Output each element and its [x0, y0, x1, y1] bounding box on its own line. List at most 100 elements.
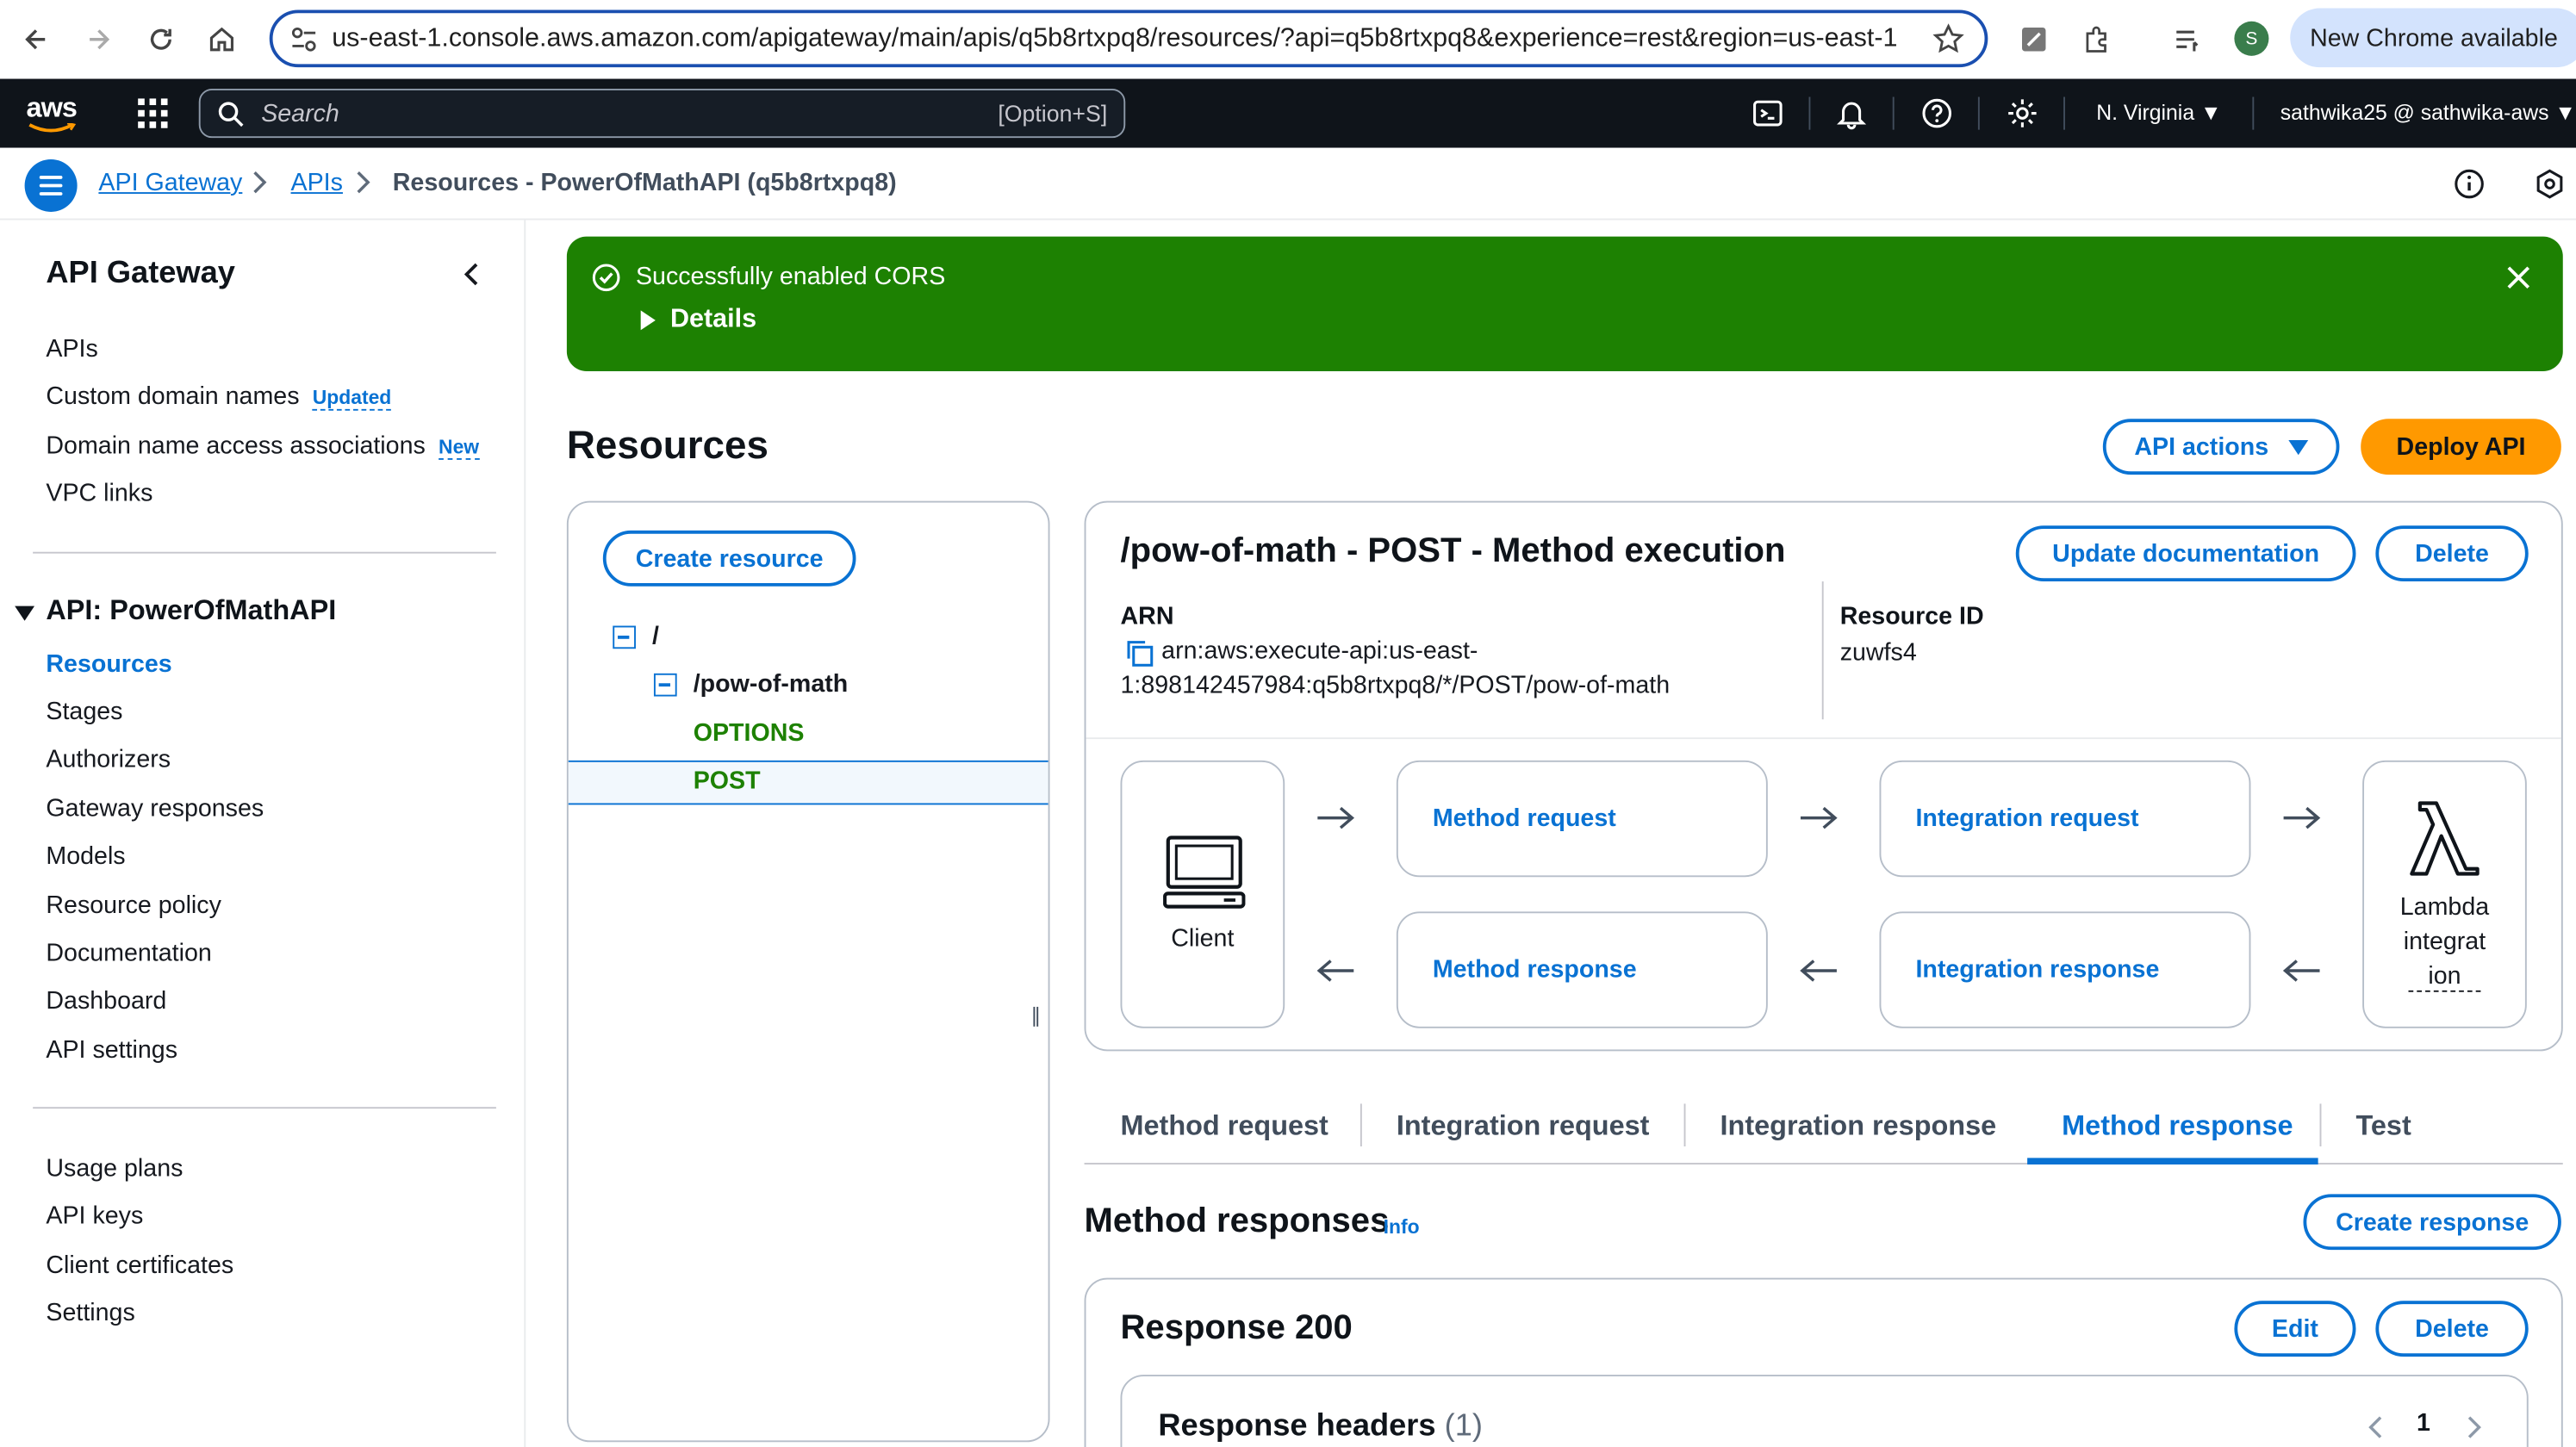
arrow-left-icon	[1800, 959, 1837, 982]
address-bar[interactable]: us-east-1.console.aws.amazon.com/apigate…	[269, 9, 1988, 68]
tab-method-response[interactable]: Method response	[2062, 1110, 2293, 1143]
integration-response-card[interactable]: Integration response	[1879, 911, 2251, 1028]
sidebar-item-custom-domain-names[interactable]: Custom domain names Updated	[46, 382, 392, 411]
info-icon[interactable]	[2453, 168, 2486, 201]
collapse-node-icon[interactable]	[653, 673, 677, 697]
chevron-left-icon[interactable]	[2368, 1414, 2384, 1441]
method-responses-heading: Method responses	[1084, 1202, 1390, 1240]
arrow-right-icon	[1800, 806, 1838, 829]
tab-method-request[interactable]: Method request	[1121, 1110, 1328, 1143]
tree-method-options[interactable]: OPTIONS	[694, 719, 805, 747]
delete-method-button[interactable]: Delete	[2375, 525, 2529, 582]
help-icon[interactable]	[1920, 97, 1953, 130]
sidebar-item-resources[interactable]: Resources	[46, 650, 171, 678]
integration-request-link[interactable]: Integration request	[1915, 804, 2138, 832]
create-resource-button[interactable]: Create resource	[602, 530, 856, 587]
integration-response-link[interactable]: Integration response	[1915, 956, 2159, 984]
sidebar-item-authorizers[interactable]: Authorizers	[46, 746, 171, 773]
info-link[interactable]: Info	[1384, 1215, 1420, 1239]
tree-node-pow-of-math[interactable]: /pow-of-math	[694, 670, 849, 698]
services-menu-icon[interactable]	[138, 98, 168, 128]
tab-integration-request[interactable]: Integration request	[1397, 1110, 1650, 1143]
sidebar-item-domain-name-access[interactable]: Domain name access associations New	[46, 432, 480, 460]
extensions-puzzle-icon[interactable]	[2076, 20, 2116, 59]
sidebar-item-api-settings[interactable]: API settings	[46, 1036, 177, 1064]
caret-down-icon[interactable]	[15, 606, 35, 621]
response-headers-title: Response headers (1)	[1158, 1409, 1483, 1444]
sidebar-item-settings[interactable]: Settings	[46, 1299, 134, 1326]
tab-integration-response[interactable]: Integration response	[1720, 1110, 1997, 1143]
back-icon[interactable]	[16, 20, 56, 59]
deploy-api-button[interactable]: Deploy API	[2361, 419, 2561, 475]
search-input[interactable]: Search [Option+S]	[198, 88, 1126, 139]
arrow-right-icon	[2283, 806, 2321, 829]
close-icon[interactable]	[2504, 263, 2533, 292]
response-title: Response 200	[1120, 1308, 1353, 1347]
region-selector[interactable]: N. Virginia ▼	[2096, 100, 2221, 125]
laptop-icon	[1163, 835, 1246, 909]
updated-badge: Updated	[312, 386, 392, 411]
breadcrumb-bar: API Gateway APIs Resources - PowerOfMath…	[0, 147, 2576, 220]
chevron-right-icon[interactable]	[2466, 1414, 2482, 1441]
method-response-card[interactable]: Method response	[1396, 911, 1768, 1028]
method-request-link[interactable]: Method request	[1433, 804, 1616, 832]
create-response-button[interactable]: Create response	[2303, 1194, 2561, 1251]
sidebar-item-dashboard[interactable]: Dashboard	[46, 987, 166, 1015]
reload-icon[interactable]	[141, 20, 181, 59]
sidebar-item-resource-policy[interactable]: Resource policy	[46, 891, 221, 919]
notifications-bell-icon[interactable]	[1835, 97, 1868, 130]
page-number[interactable]: 1	[2417, 1409, 2430, 1437]
integration-request-card[interactable]: Integration request	[1879, 760, 2251, 878]
side-nav-toggle-button[interactable]	[24, 158, 78, 212]
sidebar-item-stages[interactable]: Stages	[46, 698, 122, 725]
breadcrumb-api-gateway[interactable]: API Gateway	[98, 169, 242, 196]
response-200-panel: Response 200 Edit Delete Response header…	[1084, 1277, 2563, 1447]
breadcrumb-apis[interactable]: APIs	[291, 169, 343, 196]
chevron-right-icon	[357, 171, 370, 194]
tree-node-root[interactable]: /	[652, 623, 659, 650]
lambda-label[interactable]: Lambda integrat ion	[2364, 891, 2525, 994]
tab-test[interactable]: Test	[2355, 1110, 2411, 1143]
sidebar-item-models[interactable]: Models	[46, 842, 125, 870]
tree-method-post[interactable]: POST	[694, 767, 761, 795]
sidebar-item-usage-plans[interactable]: Usage plans	[46, 1155, 183, 1183]
account-menu[interactable]: sathwika25 @ sathwika-aws ▼	[2280, 100, 2576, 125]
home-icon[interactable]	[202, 20, 242, 59]
caret-right-icon[interactable]	[640, 310, 656, 331]
settings-gear-icon[interactable]	[2006, 97, 2038, 130]
media-queue-icon[interactable]	[2168, 20, 2208, 59]
forward-icon[interactable]	[79, 20, 119, 59]
aws-smile-icon	[28, 123, 77, 133]
cloudshell-icon[interactable]	[1752, 97, 1784, 130]
flash-details-toggle[interactable]: Details	[670, 306, 756, 335]
collapse-sidebar-icon[interactable]	[460, 259, 483, 289]
sidebar-item-documentation[interactable]: Documentation	[46, 940, 211, 967]
method-response-link[interactable]: Method response	[1433, 956, 1637, 984]
delete-response-button[interactable]: Delete	[2375, 1301, 2529, 1357]
site-settings-icon[interactable]	[289, 25, 319, 54]
collapse-node-icon[interactable]	[613, 625, 636, 649]
sidebar-item-apis[interactable]: APIs	[46, 335, 97, 363]
lambda-integration-box[interactable]: Lambda integrat ion	[2362, 760, 2527, 1028]
copy-icon[interactable]	[1125, 639, 1154, 668]
panel-resize-handle[interactable]	[1033, 1006, 1039, 1027]
arn-label: ARN	[1120, 602, 1174, 631]
aws-logo[interactable]: aws	[27, 92, 78, 125]
url-text[interactable]: us-east-1.console.aws.amazon.com/apigate…	[332, 25, 1897, 54]
tree-method-post-row[interactable]	[568, 760, 1048, 805]
method-request-card[interactable]: Method request	[1396, 760, 1768, 878]
sidebar-item-api-keys[interactable]: API keys	[46, 1202, 143, 1230]
profile-avatar[interactable]: S	[2234, 21, 2269, 56]
edit-response-button[interactable]: Edit	[2234, 1301, 2356, 1357]
arrow-left-icon	[2282, 959, 2320, 982]
new-chrome-available-button[interactable]: New Chrome available	[2290, 8, 2576, 68]
sidebar-item-vpc-links[interactable]: VPC links	[46, 480, 152, 507]
bookmark-star-icon[interactable]	[1932, 23, 1965, 56]
sidebar-api-section[interactable]: API: PowerOfMathAPI	[46, 594, 336, 627]
api-actions-button[interactable]: API actions	[2102, 419, 2340, 475]
sidebar-item-client-certificates[interactable]: Client certificates	[46, 1251, 233, 1279]
notifications-panel-icon[interactable]	[2533, 168, 2566, 201]
update-documentation-button[interactable]: Update documentation	[2015, 525, 2356, 582]
sidebar-item-gateway-responses[interactable]: Gateway responses	[46, 795, 264, 823]
extension-icon[interactable]	[2014, 20, 2054, 59]
